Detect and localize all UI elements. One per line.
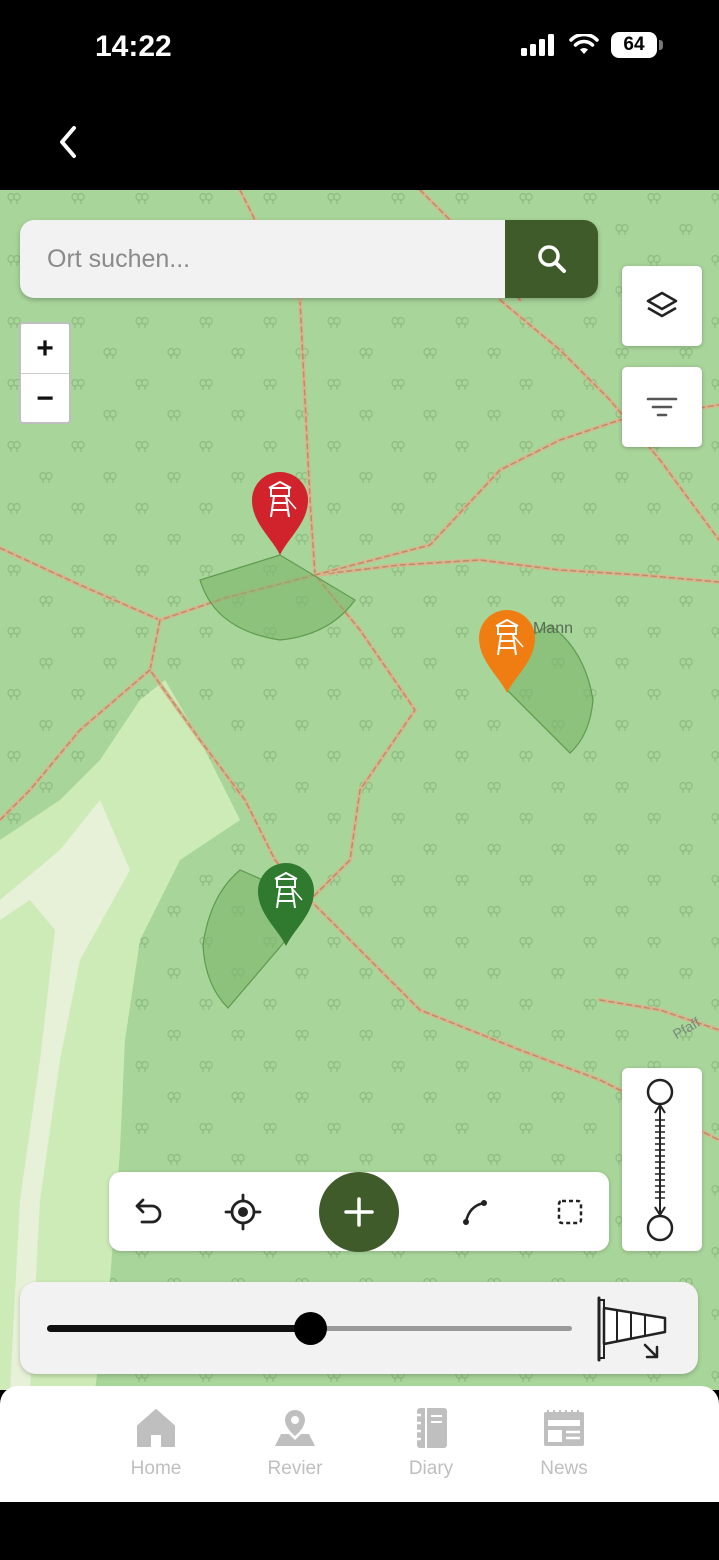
- search-button[interactable]: [505, 220, 598, 298]
- filter-button[interactable]: [622, 367, 702, 447]
- measure-icon: [646, 1078, 674, 1242]
- zoom-in-button[interactable]: +: [21, 324, 69, 373]
- nav-bar: [0, 100, 719, 190]
- battery-indicator: 64: [611, 32, 663, 58]
- tab-home-label: Home: [130, 1458, 182, 1479]
- map-toolbar: [109, 1172, 609, 1252]
- draw-line-icon: [463, 1200, 487, 1225]
- zoom-out-button[interactable]: −: [21, 374, 69, 423]
- undo-button[interactable]: [129, 1193, 167, 1231]
- wind-slider-thumb[interactable]: [293, 1312, 327, 1345]
- filter-icon: [646, 397, 678, 417]
- tab-revier-label: Revier: [267, 1458, 323, 1479]
- map-place-label: Mann: [533, 620, 574, 637]
- measure-button[interactable]: [622, 1068, 702, 1251]
- tab-news[interactable]: News: [514, 1406, 614, 1486]
- wind-panel: [20, 1282, 698, 1374]
- select-area-button[interactable]: [551, 1193, 589, 1231]
- bottom-safe-area: [0, 1502, 719, 1560]
- zoom-control: + −: [19, 322, 71, 424]
- plus-icon: [344, 1197, 374, 1227]
- news-icon: [544, 1410, 584, 1446]
- status-bar: 14:22 64: [0, 0, 719, 100]
- back-icon: [60, 126, 76, 158]
- revier-icon: [275, 1410, 315, 1446]
- tab-bar: Home Revier Diary News: [0, 1386, 719, 1502]
- draw-line-button[interactable]: [456, 1193, 494, 1231]
- layers-button[interactable]: [622, 266, 702, 346]
- search-input[interactable]: [20, 220, 505, 298]
- map-view[interactable]: Mann Pfaff + −: [0, 190, 719, 1390]
- windsock-icon[interactable]: [595, 1294, 675, 1364]
- tab-news-label: News: [540, 1458, 588, 1479]
- status-time: 14:22: [95, 30, 172, 63]
- search-icon: [537, 245, 566, 273]
- tab-diary[interactable]: Diary: [381, 1406, 481, 1486]
- back-button[interactable]: [50, 120, 86, 164]
- select-area-icon: [557, 1199, 583, 1225]
- wind-slider-fill: [47, 1325, 310, 1332]
- tab-diary-label: Diary: [408, 1458, 454, 1479]
- locate-button[interactable]: [224, 1193, 262, 1231]
- signal-icon: [521, 34, 554, 56]
- tab-home[interactable]: Home: [106, 1406, 206, 1486]
- locate-icon: [224, 1193, 262, 1231]
- diary-icon: [415, 1408, 447, 1448]
- home-icon: [137, 1409, 175, 1447]
- tab-revier[interactable]: Revier: [245, 1406, 345, 1486]
- add-marker-button[interactable]: [319, 1172, 399, 1252]
- undo-icon: [135, 1198, 162, 1224]
- layers-icon: [646, 291, 678, 318]
- wind-slider[interactable]: [47, 1312, 572, 1345]
- wifi-icon: [569, 34, 599, 54]
- status-icons: 64: [521, 32, 663, 58]
- search-bar: [20, 220, 598, 298]
